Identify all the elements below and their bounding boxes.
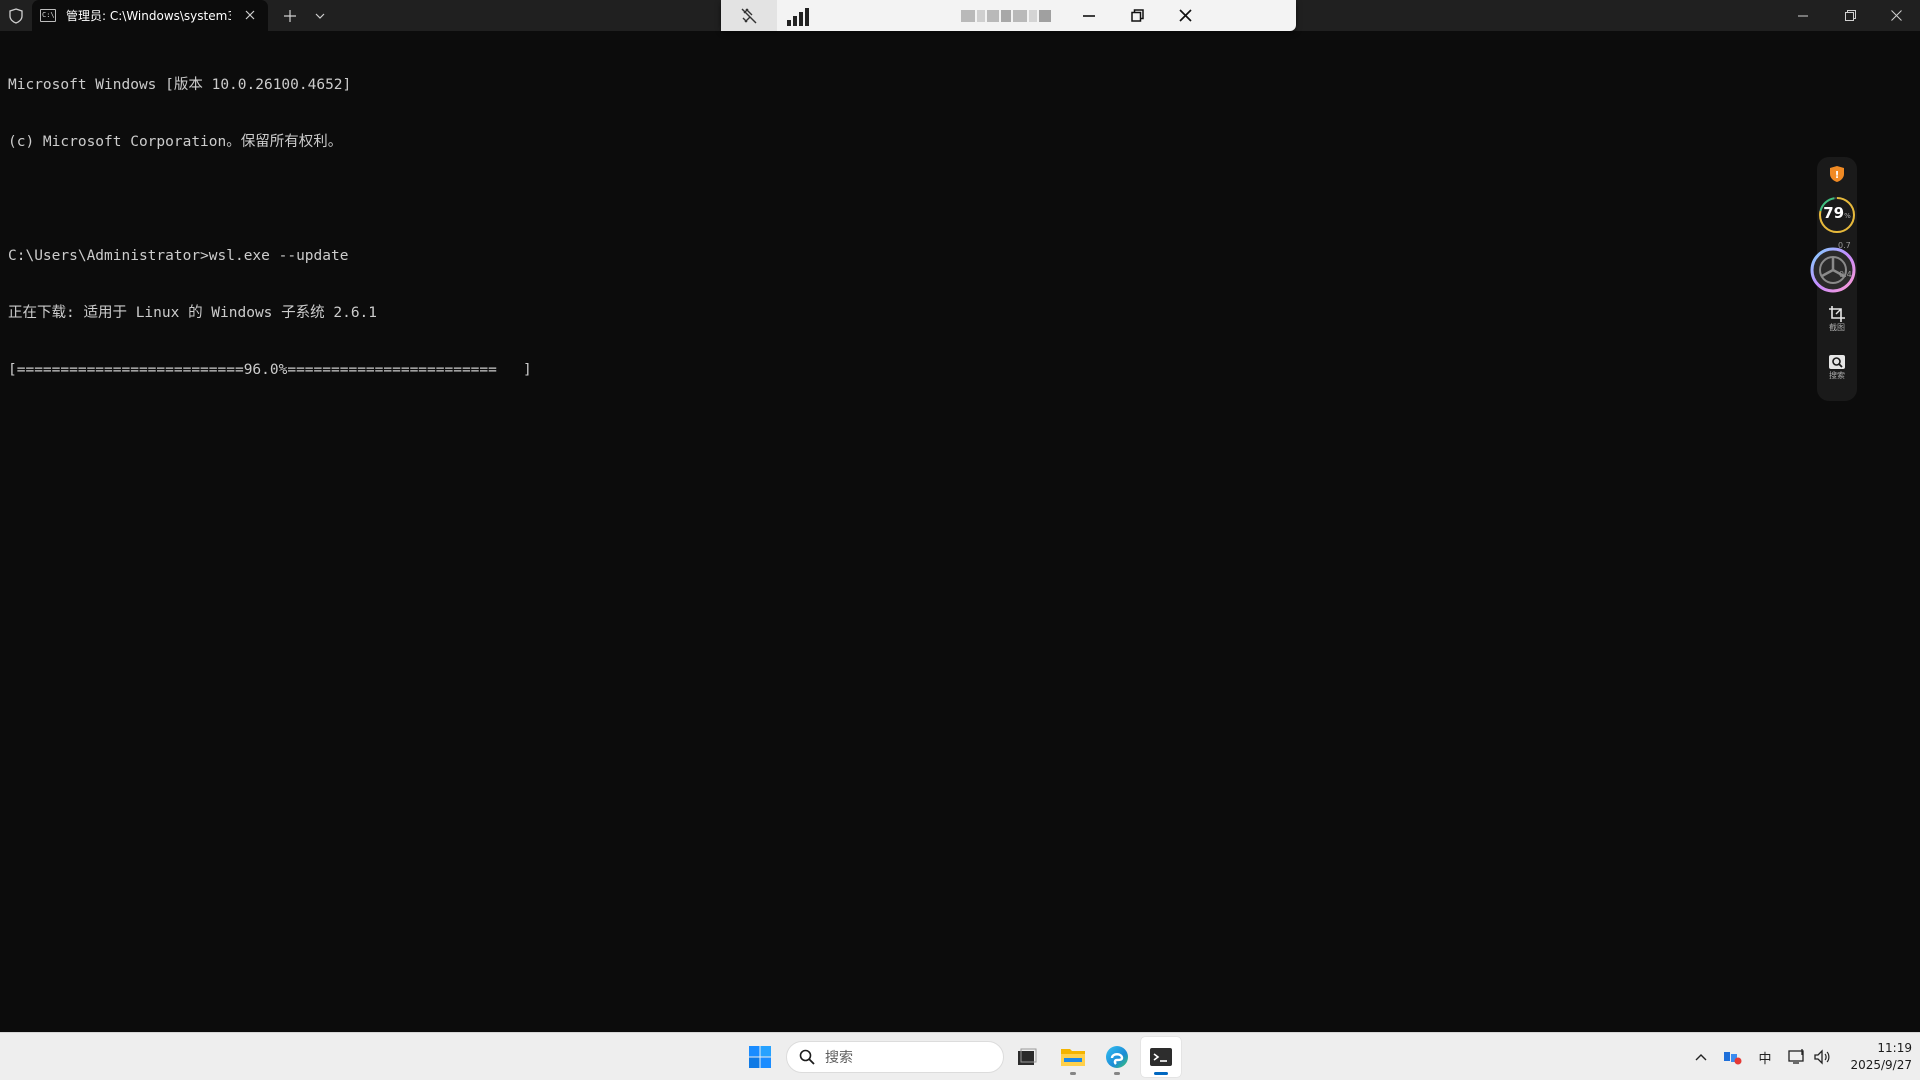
tab-title: 管理员: C:\Windows\system32 — [66, 9, 231, 23]
window-minimize-button[interactable] — [1780, 0, 1826, 31]
signal-icon — [787, 20, 791, 26]
close-icon — [1178, 9, 1192, 22]
memory-usage-value: 79% — [1823, 204, 1851, 222]
signal-icon — [805, 8, 809, 26]
connection-quality-button[interactable] — [787, 6, 817, 26]
remote-connection-bar — [721, 0, 1296, 31]
signal-icon — [799, 12, 803, 26]
file-explorer-icon — [1061, 1049, 1085, 1066]
system-monitor-widget: ! 79% 0.7 0.4 截图 搜索 — [1810, 157, 1857, 401]
remote-host-name-redacted — [961, 8, 1061, 24]
shield-badge-text: ! — [1835, 170, 1840, 181]
search-tool-label: 搜索 — [1829, 371, 1845, 380]
new-tab-button[interactable] — [270, 0, 310, 31]
console-line: C:\Users\Administrator>wsl.exe --update — [8, 248, 349, 264]
display-icon — [1788, 1049, 1804, 1064]
clock-time: 11:19 — [1877, 1041, 1912, 1055]
unpin-bar-button[interactable] — [721, 0, 777, 31]
search-icon — [799, 1049, 815, 1065]
edge-icon — [1106, 1046, 1128, 1068]
taskbar: 搜索 中 11:19 2025/9/27 — [0, 1032, 1920, 1080]
console-output[interactable]: Microsoft Windows [版本 10.0.26100.4652] (… — [8, 38, 1768, 399]
chevron-up-icon — [1695, 1054, 1707, 1061]
screenshot-tool-button[interactable]: 截图 — [1817, 305, 1857, 332]
tab-close-button[interactable] — [242, 7, 258, 23]
input-method-indicator[interactable]: 中 — [1754, 1047, 1776, 1067]
crop-screenshot-icon — [1829, 306, 1845, 322]
remote-minimize-button[interactable] — [1066, 0, 1112, 31]
windows-start-icon — [749, 1046, 771, 1068]
upload-speed-text: 0.7 — [1838, 241, 1851, 250]
remote-close-button[interactable] — [1162, 0, 1208, 31]
console-line: 正在下载: 适用于 Linux 的 Windows 子系统 2.6.1 — [8, 305, 378, 321]
volume-button[interactable] — [1811, 1047, 1833, 1067]
window-maximize-button[interactable] — [1827, 0, 1873, 31]
pin-off-icon — [741, 8, 757, 23]
system-clock[interactable]: 11:19 2025/9/27 — [1832, 1040, 1912, 1074]
running-indicator — [1070, 1072, 1076, 1075]
console-line: (c) Microsoft Corporation。保留所有权利。 — [8, 134, 343, 150]
minimize-icon — [1798, 15, 1808, 16]
chevron-down-icon — [315, 13, 325, 19]
tray-app-button[interactable] — [1722, 1047, 1744, 1067]
clock-date: 2025/9/27 — [1850, 1058, 1912, 1072]
screenshot-tool-label: 截图 — [1829, 323, 1845, 332]
speaker-icon — [1814, 1049, 1830, 1065]
terminal-taskbar-button[interactable] — [1141, 1037, 1181, 1077]
network-status-button[interactable] — [1786, 1047, 1808, 1067]
console-progress-line: [==========================96.0%========… — [8, 362, 532, 378]
minimize-icon — [1083, 14, 1095, 17]
console-line: Microsoft Windows [版本 10.0.26100.4652] — [8, 77, 352, 93]
search-box-icon — [1829, 355, 1845, 369]
terminal-icon: C:\ — [40, 9, 56, 22]
search-placeholder: 搜索 — [825, 1050, 853, 1066]
task-view-button[interactable] — [1007, 1037, 1047, 1077]
plus-icon — [284, 9, 296, 22]
network-badge-icon — [1724, 1052, 1742, 1065]
close-icon — [1890, 10, 1902, 21]
admin-shield-icon — [0, 0, 32, 31]
file-explorer-button[interactable] — [1053, 1037, 1093, 1077]
terminal-icon — [1150, 1048, 1172, 1066]
tab-dropdown-button[interactable] — [310, 0, 330, 31]
remote-restore-button[interactable] — [1114, 0, 1160, 31]
show-hidden-icons-button[interactable] — [1690, 1047, 1712, 1067]
close-icon — [245, 10, 255, 20]
security-shield-icon[interactable]: ! — [1828, 165, 1846, 183]
taskbar-search-box[interactable]: 搜索 — [786, 1041, 1004, 1073]
edge-browser-button[interactable] — [1097, 1037, 1137, 1077]
running-indicator — [1114, 1072, 1120, 1075]
task-view-icon — [1018, 1048, 1037, 1065]
start-button[interactable] — [740, 1037, 780, 1077]
search-tool-button[interactable]: 搜索 — [1817, 353, 1857, 380]
signal-icon — [793, 16, 797, 26]
active-indicator — [1154, 1072, 1168, 1075]
tab-admin-cmd[interactable]: C:\ 管理员: C:\Windows\system32 — [32, 0, 268, 31]
maximize-icon — [1844, 10, 1856, 21]
download-speed-text: 0.4 — [1839, 270, 1852, 279]
window-close-button[interactable] — [1873, 0, 1919, 31]
restore-icon — [1130, 9, 1144, 22]
